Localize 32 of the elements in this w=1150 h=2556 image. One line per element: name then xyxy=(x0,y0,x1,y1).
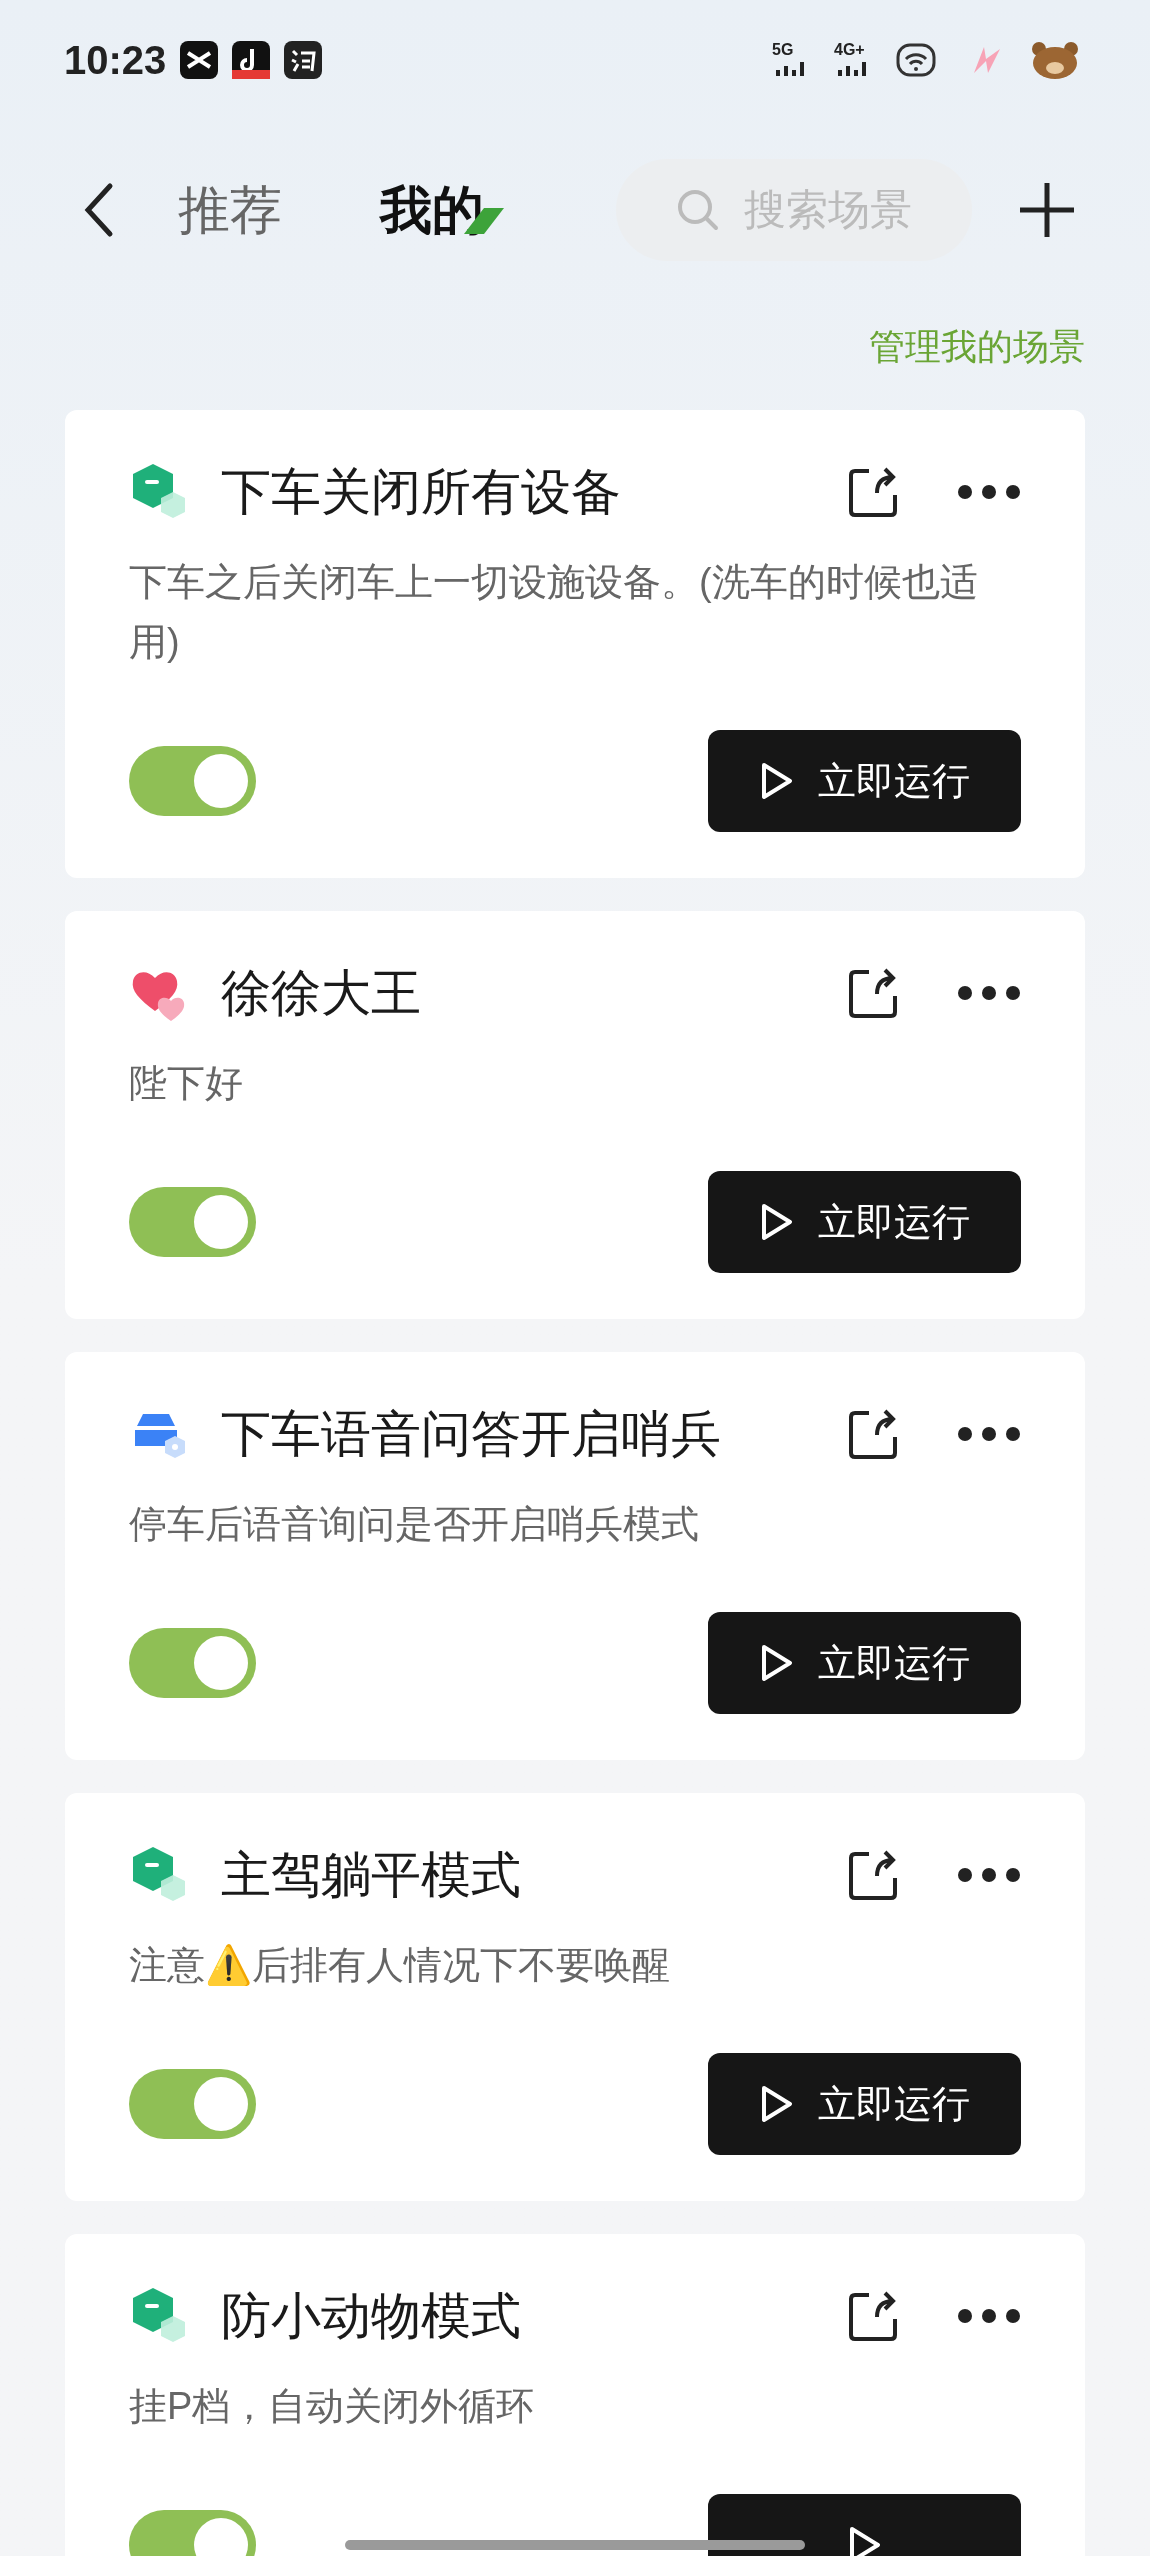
scene-description: 挂P档，自动关闭外循环 xyxy=(129,2384,536,2429)
play-icon xyxy=(759,1643,794,1683)
scene-title: 防小动物模式 xyxy=(221,2286,521,2346)
run-button[interactable]: 立即运行 xyxy=(708,2053,1021,2155)
play-icon xyxy=(759,761,794,801)
run-button[interactable]: 立即运行 xyxy=(708,1612,1021,1714)
scene-title: 下车语音问答开启哨兵 xyxy=(221,1404,721,1464)
app-icon xyxy=(232,41,271,79)
more-icon[interactable] xyxy=(957,1867,1021,1883)
add-icon[interactable] xyxy=(1018,181,1076,239)
run-button[interactable]: 立即运行 xyxy=(708,1171,1021,1273)
more-icon[interactable] xyxy=(957,484,1021,500)
scene-description: 注意⚠后排有人情况下不要唤醒 xyxy=(129,1943,671,1988)
app-icon xyxy=(180,41,219,79)
search-icon xyxy=(676,188,720,232)
scene-title: 主驾躺平模式 xyxy=(221,1845,521,1905)
tab[interactable]: 推荐 xyxy=(178,178,302,242)
scene-title: 下车关闭所有设备 xyxy=(221,462,621,522)
play-icon xyxy=(759,1202,794,1242)
run-button[interactable]: 立即运行 xyxy=(708,730,1021,832)
scene-description: 陛下好 xyxy=(129,1061,244,1106)
bear-icon xyxy=(1030,40,1080,80)
scene-description: 下车之后关闭车上一切设施设备。(洗车的时候也适用) xyxy=(129,560,979,665)
play-icon xyxy=(759,2084,794,2124)
scene-title: 徐徐大王 xyxy=(221,963,421,1023)
scene-description: 停车后语音询问是否开启哨兵模式 xyxy=(129,1502,700,1547)
app-icon xyxy=(284,41,323,79)
status-time: 10:23 xyxy=(64,37,167,84)
play-icon xyxy=(847,2525,882,2556)
more-icon[interactable] xyxy=(957,2308,1021,2324)
more-icon[interactable] xyxy=(957,1426,1021,1442)
more-icon[interactable] xyxy=(957,985,1021,1001)
